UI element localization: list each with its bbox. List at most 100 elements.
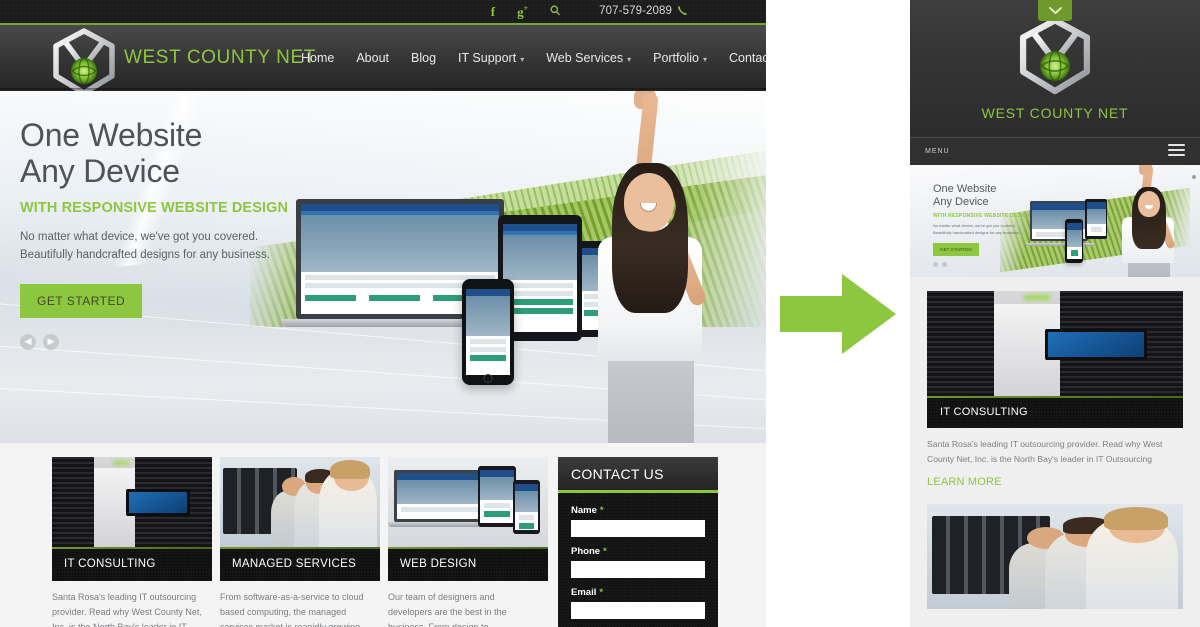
learn-more-link[interactable]: LEARN MORE [927, 476, 1183, 488]
server-room-photo [52, 457, 212, 547]
topbar-group: f g+ 707-579-2089 [491, 4, 688, 18]
card-title: WEB DESIGN [400, 558, 477, 570]
responsive-devices-photo [388, 457, 548, 547]
nav-item-blog[interactable]: Blog [400, 51, 447, 65]
card-description: Santa Rosa's leading IT outsourcing prov… [927, 439, 1163, 464]
hero-heading: One Website Any Device [20, 117, 320, 189]
phone-icon [678, 5, 688, 18]
mobile-hero-body-line2: Beautifully handcrafted designs for any … [933, 230, 1020, 236]
label-text: Name [571, 505, 597, 516]
hero-body-line1: No matter what device, we've got you cov… [20, 231, 259, 244]
west-county-net-logo[interactable] [48, 27, 120, 101]
phone-input[interactable] [571, 561, 705, 578]
scroll-indicator [1192, 175, 1196, 179]
mobile-brand-name[interactable]: WEST COUNTY NET [910, 105, 1200, 121]
nav-label: Blog [411, 51, 437, 65]
phone-field-label: Phone * [571, 546, 705, 557]
arrow-left-icon[interactable]: ◀ [20, 333, 36, 350]
nav-label: Web Services [546, 51, 624, 65]
call-center-photo [927, 503, 1183, 609]
nav-label: IT Support [458, 51, 517, 65]
mobile-service-card-managed-services[interactable] [927, 503, 1183, 609]
west-county-net-logo[interactable] [1014, 15, 1096, 101]
required-marker: * [599, 587, 604, 598]
contact-form-header: CONTACT US [558, 457, 718, 493]
slider-dot[interactable] [933, 261, 938, 267]
hero-body-line2: Beautifully handcrafted designs for any … [20, 249, 270, 262]
nav-label: Contact Us [728, 51, 766, 65]
card-title: MANAGED SERVICES [232, 558, 357, 570]
site-header: WEST COUNTY NET Home About Blog IT Suppo… [0, 25, 766, 96]
hamburger-menu-icon[interactable] [1168, 144, 1185, 159]
search-icon[interactable] [550, 5, 561, 18]
contact-us-form: CONTACT US Name * Phone * Email * [558, 457, 718, 627]
chevron-down-icon: ▾ [627, 54, 632, 64]
hero-heading-line1: One Website [20, 117, 203, 153]
card-description: From software-as-a-service to cloud base… [220, 592, 364, 627]
mobile-website-preview: WEST COUNTY NET MENU One Website Any Dev… [910, 0, 1200, 627]
chevron-down-icon: ▾ [702, 54, 707, 64]
nav-item-contact-us[interactable]: Contact Us ▾ [718, 51, 766, 65]
google-plus-icon[interactable]: g+ [517, 4, 528, 18]
arrow-right-icon [780, 272, 896, 356]
name-field-label: Name * [571, 505, 705, 516]
nav-item-portfolio[interactable]: Portfolio ▾ [642, 51, 718, 65]
hero-heading-line2: Any Device [20, 153, 180, 190]
nav-item-home[interactable]: Home [290, 51, 345, 65]
mobile-hero-heading: One Website Any Device [933, 183, 1041, 209]
mobile-slider-dots[interactable] [933, 261, 1041, 267]
mobile-hero-heading-line1: One Website [933, 183, 997, 195]
phone-mockup [462, 279, 514, 385]
utility-topbar: f g+ 707-579-2089 [0, 0, 766, 25]
card-description: Santa Rosa's leading IT outsourcing prov… [52, 592, 202, 627]
transition-arrow-area [766, 0, 910, 627]
mobile-device-mockups [1026, 197, 1120, 267]
mobile-hero-body-line1: No matter what device, we've got you cov… [933, 223, 1016, 229]
nav-item-it-support[interactable]: IT Support ▾ [447, 51, 535, 65]
mobile-menu-label: MENU [925, 148, 950, 155]
slider-dot[interactable] [942, 261, 947, 267]
celebrating-woman-photo [1108, 165, 1192, 277]
get-started-button[interactable]: GET STARTED [20, 283, 143, 318]
nav-label: Portfolio [653, 51, 699, 65]
card-caption: IT CONSULTING [927, 396, 1183, 428]
hero-copy: One Website Any Device WITH RESPONSIVE W… [20, 117, 320, 350]
hero-subheading: WITH RESPONSIVE WEBSITE DESIGN [20, 200, 289, 217]
service-card-it-consulting[interactable]: IT CONSULTING Santa Rosa's leading IT ou… [52, 457, 212, 627]
nav-label: About [356, 51, 390, 65]
screenshot-stage: f g+ 707-579-2089 WEST COUNTY NET Home A… [0, 0, 1200, 627]
mobile-content: IT CONSULTING Santa Rosa's leading IT ou… [910, 277, 1200, 609]
hero-slider: One Website Any Device WITH RESPONSIVE W… [0, 91, 766, 443]
phone-number[interactable]: 707-579-2089 [599, 5, 672, 17]
facebook-icon[interactable]: f [491, 5, 495, 18]
service-card-web-design[interactable]: WEB DESIGN Our team of designers and dev… [388, 457, 548, 627]
chevron-down-icon: ▾ [520, 54, 525, 64]
card-title: IT CONSULTING [64, 558, 156, 570]
services-section: IT CONSULTING Santa Rosa's leading IT ou… [0, 443, 766, 627]
nav-item-about[interactable]: About [345, 51, 400, 65]
mobile-hero-heading-line2: Any Device [933, 196, 989, 209]
email-input[interactable] [571, 602, 705, 619]
nav-label: Home [301, 51, 335, 65]
label-text: Email [571, 587, 597, 598]
contact-form-title: CONTACT US [571, 465, 664, 482]
mobile-hero-subheading: WITH RESPONSIVE WEBSITE DESIGN [933, 213, 1031, 220]
mobile-service-card-it-consulting[interactable]: IT CONSULTING Santa Rosa's leading IT ou… [927, 291, 1183, 488]
mobile-hero-copy: One Website Any Device WITH RESPONSIVE W… [933, 183, 1041, 267]
celebrating-woman-photo [560, 91, 746, 443]
server-room-photo [927, 291, 1183, 396]
desktop-website-preview: f g+ 707-579-2089 WEST COUNTY NET Home A… [0, 0, 766, 627]
card-description: Our team of designers and developers are… [388, 592, 507, 627]
card-caption: IT CONSULTING [52, 547, 212, 581]
mobile-hero-slider: One Website Any Device WITH RESPONSIVE W… [910, 165, 1200, 277]
mobile-hero-body: No matter what device, we've got you cov… [933, 223, 1041, 237]
name-input[interactable] [571, 520, 705, 537]
mobile-get-started-button[interactable]: GET STARTED [933, 242, 979, 256]
service-card-managed-services[interactable]: MANAGED SERVICES From software-as-a-serv… [220, 457, 380, 627]
nav-item-web-services[interactable]: Web Services ▾ [535, 51, 642, 65]
brand-name[interactable]: WEST COUNTY NET [124, 47, 316, 69]
arrow-right-icon[interactable]: ▶ [43, 333, 59, 350]
call-center-photo [220, 457, 380, 547]
mobile-menu-bar[interactable]: MENU [910, 137, 1200, 165]
chevron-down-icon[interactable] [1038, 0, 1072, 21]
